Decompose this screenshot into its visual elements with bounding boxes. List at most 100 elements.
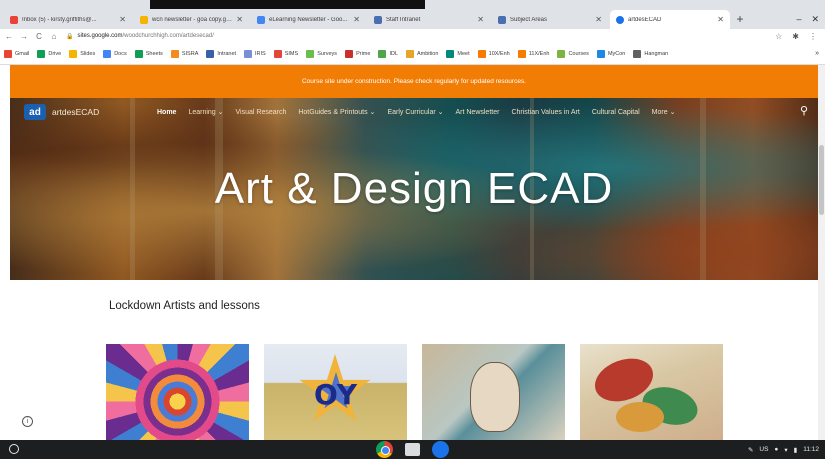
bookmark-hangman[interactable]: Hangman xyxy=(633,49,668,58)
close-icon[interactable]: ✕ xyxy=(477,15,484,24)
tab-inbox[interactable]: Inbox (5) - kirsty.griffiths@... ✕ xyxy=(4,10,132,29)
back-icon[interactable]: ← xyxy=(3,32,15,41)
lock-icon: 🔒 xyxy=(66,33,74,40)
bookmark-idl[interactable]: IDL xyxy=(378,49,398,58)
close-icon[interactable]: ✕ xyxy=(236,15,243,24)
bookmark-icon xyxy=(69,49,78,58)
bookmark-iris[interactable]: IRIS xyxy=(244,49,266,58)
extensions-icon[interactable]: ✱ xyxy=(792,32,799,41)
nav-early-curricular[interactable]: Early Curricular ⌄ xyxy=(387,108,443,116)
bookmark-icon xyxy=(306,49,315,58)
nav-learning[interactable]: Learning ⌄ xyxy=(188,108,223,116)
tab-newsletter[interactable]: wcn newsletter - goa copy.go... ✕ xyxy=(134,10,249,29)
minimize-button[interactable]: – xyxy=(796,14,801,24)
info-icon[interactable]: i xyxy=(22,416,33,427)
bookmark-label: SIMS xyxy=(284,50,299,57)
nav-items: Home Learning ⌄ Visual Research HotGuide… xyxy=(157,98,675,126)
reload-icon[interactable]: C xyxy=(33,32,45,41)
bookmark-ambition[interactable]: Ambition xyxy=(406,49,438,58)
tab-staff-intranet[interactable]: Staff Intranet ✕ xyxy=(368,10,490,29)
bookmark-label: SISRA xyxy=(181,50,199,57)
sites-icon xyxy=(616,15,624,24)
nav-visual-research[interactable]: Visual Research xyxy=(236,109,287,116)
nav-hotguides[interactable]: HotGuides & Printouts ⌄ xyxy=(298,108,375,116)
bookmark-10x-enh[interactable]: 10X/Enh xyxy=(477,49,510,58)
bookmark-sheets[interactable]: Sheets xyxy=(134,49,163,58)
files-icon[interactable] xyxy=(432,441,449,458)
nav-art-newsletter[interactable]: Art Newsletter xyxy=(455,109,499,116)
scrollbar-thumb[interactable] xyxy=(819,145,824,215)
bookmark-icon xyxy=(37,49,46,58)
pinned-apps xyxy=(376,441,449,458)
bookmark-docs[interactable]: Docs xyxy=(103,49,127,58)
tab-title: Staff Intranet xyxy=(386,16,421,23)
bookmark-sims[interactable]: SIMS xyxy=(273,49,299,58)
bookmark-label: Surveys xyxy=(317,50,338,57)
bookmarks-overflow-button[interactable]: » xyxy=(815,50,819,57)
bookmark-icon xyxy=(406,49,414,58)
bookmark-label: IDL xyxy=(389,50,398,57)
scrollbar[interactable] xyxy=(818,65,825,440)
site-logo[interactable]: ad xyxy=(24,104,46,120)
bookmark-icon xyxy=(170,49,179,58)
search-icon[interactable]: ⚲ xyxy=(800,104,808,117)
new-tab-button[interactable]: + xyxy=(733,9,747,29)
bookmark-drive[interactable]: Drive xyxy=(37,49,61,58)
close-icon[interactable]: ✕ xyxy=(595,15,602,24)
bookmark-surveys[interactable]: Surveys xyxy=(306,49,338,58)
nav-christian-values[interactable]: Christian Values in Art xyxy=(511,109,579,116)
gmail-icon xyxy=(10,15,18,24)
url-field[interactable]: 🔒 sites.google.com/woodchurchhigh.com/ar… xyxy=(66,33,214,40)
bookmark-11x-enh[interactable]: 11X/Enh xyxy=(517,49,549,58)
address-bar: ← → C ⌂ 🔒 sites.google.com/woodchurchhig… xyxy=(0,29,825,43)
tab-title: artdesECAD xyxy=(628,16,662,23)
bookmark-label: Intranet xyxy=(217,50,237,57)
bookmark-icon xyxy=(596,49,605,58)
bookmark-slides[interactable]: Slides xyxy=(69,49,96,58)
tab-elearning[interactable]: eLearning Newsletter - Goo... ✕ xyxy=(251,10,366,29)
screen: Inbox (5) - kirsty.griffiths@... ✕ wcn ne… xyxy=(0,0,825,459)
artwork-thumbnail-mandala[interactable] xyxy=(106,344,249,440)
drive-icon xyxy=(140,15,148,24)
chrome-icon[interactable] xyxy=(376,441,393,458)
overlay-bar xyxy=(150,0,425,9)
bookmark-label: Docs xyxy=(114,50,127,57)
artwork-thumbnail-portrait[interactable] xyxy=(422,344,565,440)
artwork-thumbnail-abstract[interactable] xyxy=(580,344,723,440)
close-window-button[interactable]: ✕ xyxy=(811,14,819,25)
bookmark-intranet[interactable]: Intranet xyxy=(206,49,237,58)
bookmark-mycon[interactable]: MyCon xyxy=(596,49,625,58)
url-host: sites.google.com xyxy=(77,33,123,39)
close-icon[interactable]: ✕ xyxy=(119,15,126,24)
stylus-icon[interactable]: ✎ xyxy=(748,446,753,454)
artwork-thumbnail-star[interactable]: OY xyxy=(264,344,407,440)
nav-cultural-capital[interactable]: Cultural Capital xyxy=(592,109,640,116)
bookmark-courses[interactable]: Courses xyxy=(557,49,589,58)
bookmark-prime[interactable]: Prime xyxy=(345,49,370,58)
tab-title: wcn newsletter - goa copy.go... xyxy=(152,16,233,23)
bookmark-sisra[interactable]: SISRA xyxy=(170,49,199,58)
close-icon[interactable]: ✕ xyxy=(353,15,360,24)
star-icon[interactable]: ☆ xyxy=(775,32,782,41)
home-icon[interactable]: ⌂ xyxy=(48,32,60,41)
screen-capture-icon[interactable] xyxy=(405,443,420,456)
intranet-icon xyxy=(498,15,506,24)
artwork-text: OY xyxy=(314,378,358,411)
bookmark-label: Slides xyxy=(80,50,96,57)
close-icon[interactable]: ✕ xyxy=(717,15,724,24)
bookmark-gmail[interactable]: Gmail xyxy=(4,49,29,58)
nav-more[interactable]: More ⌄ xyxy=(652,108,676,116)
launcher-icon[interactable] xyxy=(9,444,19,454)
site-nav: ad artdesECAD Home Learning ⌄ Visual Res… xyxy=(10,98,818,126)
tab-subject-areas[interactable]: Subject Areas ✕ xyxy=(492,10,608,29)
notification-icon: ● xyxy=(774,446,779,453)
tab-title: Subject Areas xyxy=(510,16,548,23)
address-actions: ☆ ✱ ⋮ xyxy=(775,32,825,41)
site-name[interactable]: artdesECAD xyxy=(52,107,99,117)
tab-artdesecad[interactable]: artdesECAD ✕ xyxy=(610,10,730,29)
forward-icon[interactable]: → xyxy=(18,32,30,41)
bookmark-meet[interactable]: Meet xyxy=(446,49,470,58)
menu-icon[interactable]: ⋮ xyxy=(809,32,817,41)
nav-home[interactable]: Home xyxy=(157,109,176,116)
status-tray[interactable]: ✎ US ● ▾ ▮ 11:12 xyxy=(748,440,819,459)
